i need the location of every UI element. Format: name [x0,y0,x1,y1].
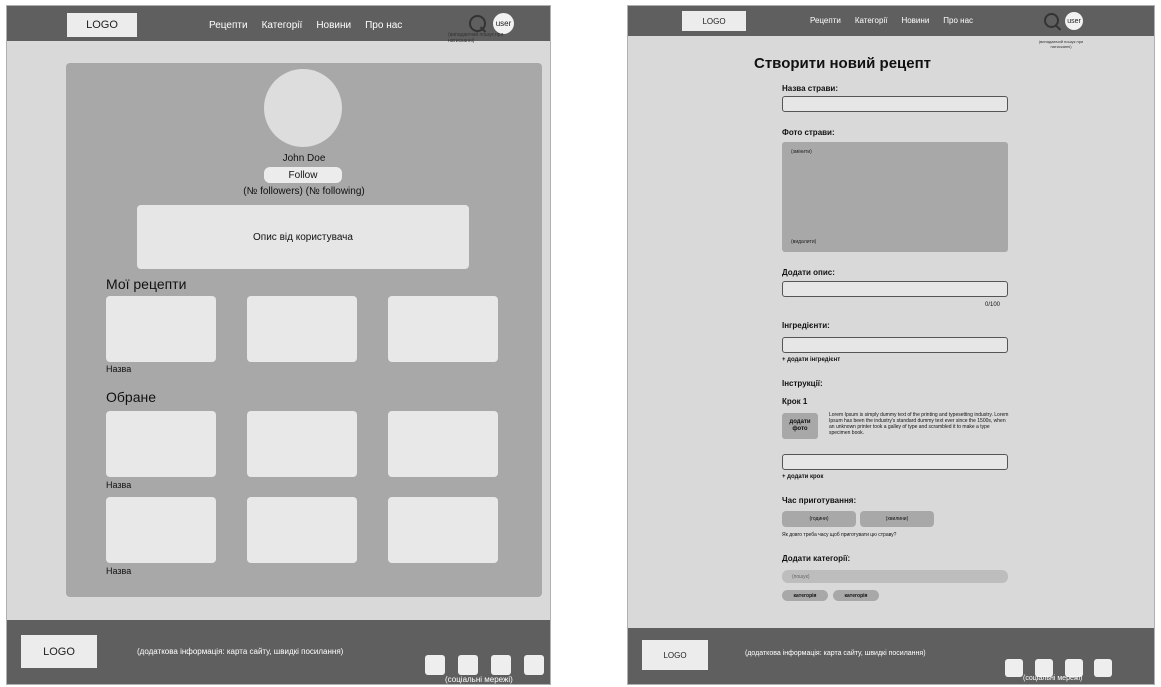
user-avatar[interactable]: user [1065,12,1083,30]
categories-label: Додати категорії: [782,554,851,563]
minutes-field[interactable]: (хвилини) [860,511,934,527]
description-input[interactable] [782,281,1008,297]
footer: LOGO (додаткова інформація: карта сайту,… [628,628,1154,684]
favorite-card[interactable] [106,411,216,477]
footer-logo[interactable]: LOGO [642,640,708,670]
favorite-card[interactable] [388,497,498,563]
instructions-label: Інструкції: [782,379,823,388]
step-text: Lorem Ipsum is simply dummy text of the … [829,412,1009,436]
favorite-card[interactable] [106,497,216,563]
social-icon[interactable] [491,655,511,675]
social-icon[interactable] [458,655,478,675]
ingredients-label: Інгредієнти: [782,321,830,330]
search-icon[interactable] [1044,13,1059,28]
favorites-title: Обране [106,389,156,405]
favorite-card[interactable] [247,497,357,563]
social-icon[interactable] [1094,659,1112,677]
search-note: (випадаючий пошук при натисканні) [1038,39,1084,49]
social-label: (соціальні мережі) [445,675,513,684]
recipe-card[interactable] [247,296,357,362]
favorite-card[interactable] [388,411,498,477]
step-label: Крок 1 [782,397,808,406]
footer-logo[interactable]: LOGO [21,635,97,668]
follow-button[interactable]: Follow [264,167,342,183]
category-chip[interactable]: категорія [782,590,828,601]
hours-field[interactable]: (години) [782,511,856,527]
form-title: Створити новий рецепт [754,55,932,72]
main-nav: Рецепти Категорії Новини Про нас [810,16,987,25]
category-search-input[interactable]: (пошук) [782,570,1008,583]
favorite-card[interactable] [247,411,357,477]
follow-stats[interactable]: (№ followers) (№ following) [66,186,542,197]
favorite-card-label: Назва [106,566,132,576]
description-counter: 0/100 [985,302,1001,308]
cook-time-label: Час приготування: [782,496,857,505]
cook-time-hint: Як довго треба часу щоб приготувати цю с… [782,532,897,538]
social-icon[interactable] [1005,659,1023,677]
category-chip[interactable]: категорія [833,590,879,601]
nav-about[interactable]: Про нас [365,20,402,31]
create-recipe-frame: LOGO Рецепти Категорії Новини Про нас us… [627,5,1155,685]
footer-info: (додаткова інформація: карта сайту, швид… [745,650,926,657]
photo-change-link[interactable]: (змінити) [791,149,812,155]
recipe-card-label: Назва [106,364,132,374]
nav-about[interactable]: Про нас [943,16,973,25]
photo-delete-link[interactable]: (видалити) [791,239,816,245]
nav-categories[interactable]: Категорії [262,20,303,31]
ingredient-input[interactable] [782,337,1008,353]
search-note: (випадаючий пошук при натисканні) [448,32,504,44]
social-icon[interactable] [524,655,544,675]
favorite-card-label: Назва [106,480,132,490]
nav-recipes[interactable]: Рецепти [810,16,841,25]
add-step-link[interactable]: + додати крок [782,474,823,480]
main-nav: Рецепти Категорії Новини Про нас [209,20,416,31]
photo-upload-area[interactable]: (змінити) (видалити) [782,142,1008,252]
header: LOGO Рецепти Категорії Новини Про нас us… [628,6,1154,36]
recipe-card[interactable] [388,296,498,362]
nav-news[interactable]: Новини [316,20,351,31]
profile-name: John Doe [282,153,326,164]
user-avatar[interactable]: user [493,13,514,34]
recipe-card[interactable] [106,296,216,362]
profile-avatar [264,69,342,147]
nav-recipes[interactable]: Рецепти [209,20,248,31]
search-icon[interactable] [469,15,486,32]
footer: LOGO (додаткова інформація: карта сайту,… [7,620,550,684]
footer-info: (додаткова інформація: карта сайту, швид… [137,647,344,656]
description-label: Додати опис: [782,268,835,277]
profile-page-frame: LOGO Рецепти Категорії Новини Про нас us… [6,5,551,685]
profile-panel: John Doe Follow (№ followers) (№ followi… [66,63,542,597]
step-input[interactable] [782,454,1008,470]
add-step-photo-button[interactable]: додати фото [782,413,818,439]
social-icon[interactable] [425,655,445,675]
my-recipes-title: Мої рецепти [106,276,187,292]
nav-categories[interactable]: Категорії [855,16,888,25]
social-label: (соціальні мережі) [1023,675,1083,682]
header-logo[interactable]: LOGO [67,13,137,37]
dish-name-input[interactable] [782,96,1008,112]
add-ingredient-link[interactable]: + додати інгредієнт [782,357,840,363]
dish-name-label: Назва страви: [782,84,838,93]
header-logo[interactable]: LOGO [682,11,746,31]
photo-label: Фото страви: [782,128,835,137]
nav-news[interactable]: Новини [901,16,929,25]
user-description: Опис від користувача [137,205,469,269]
